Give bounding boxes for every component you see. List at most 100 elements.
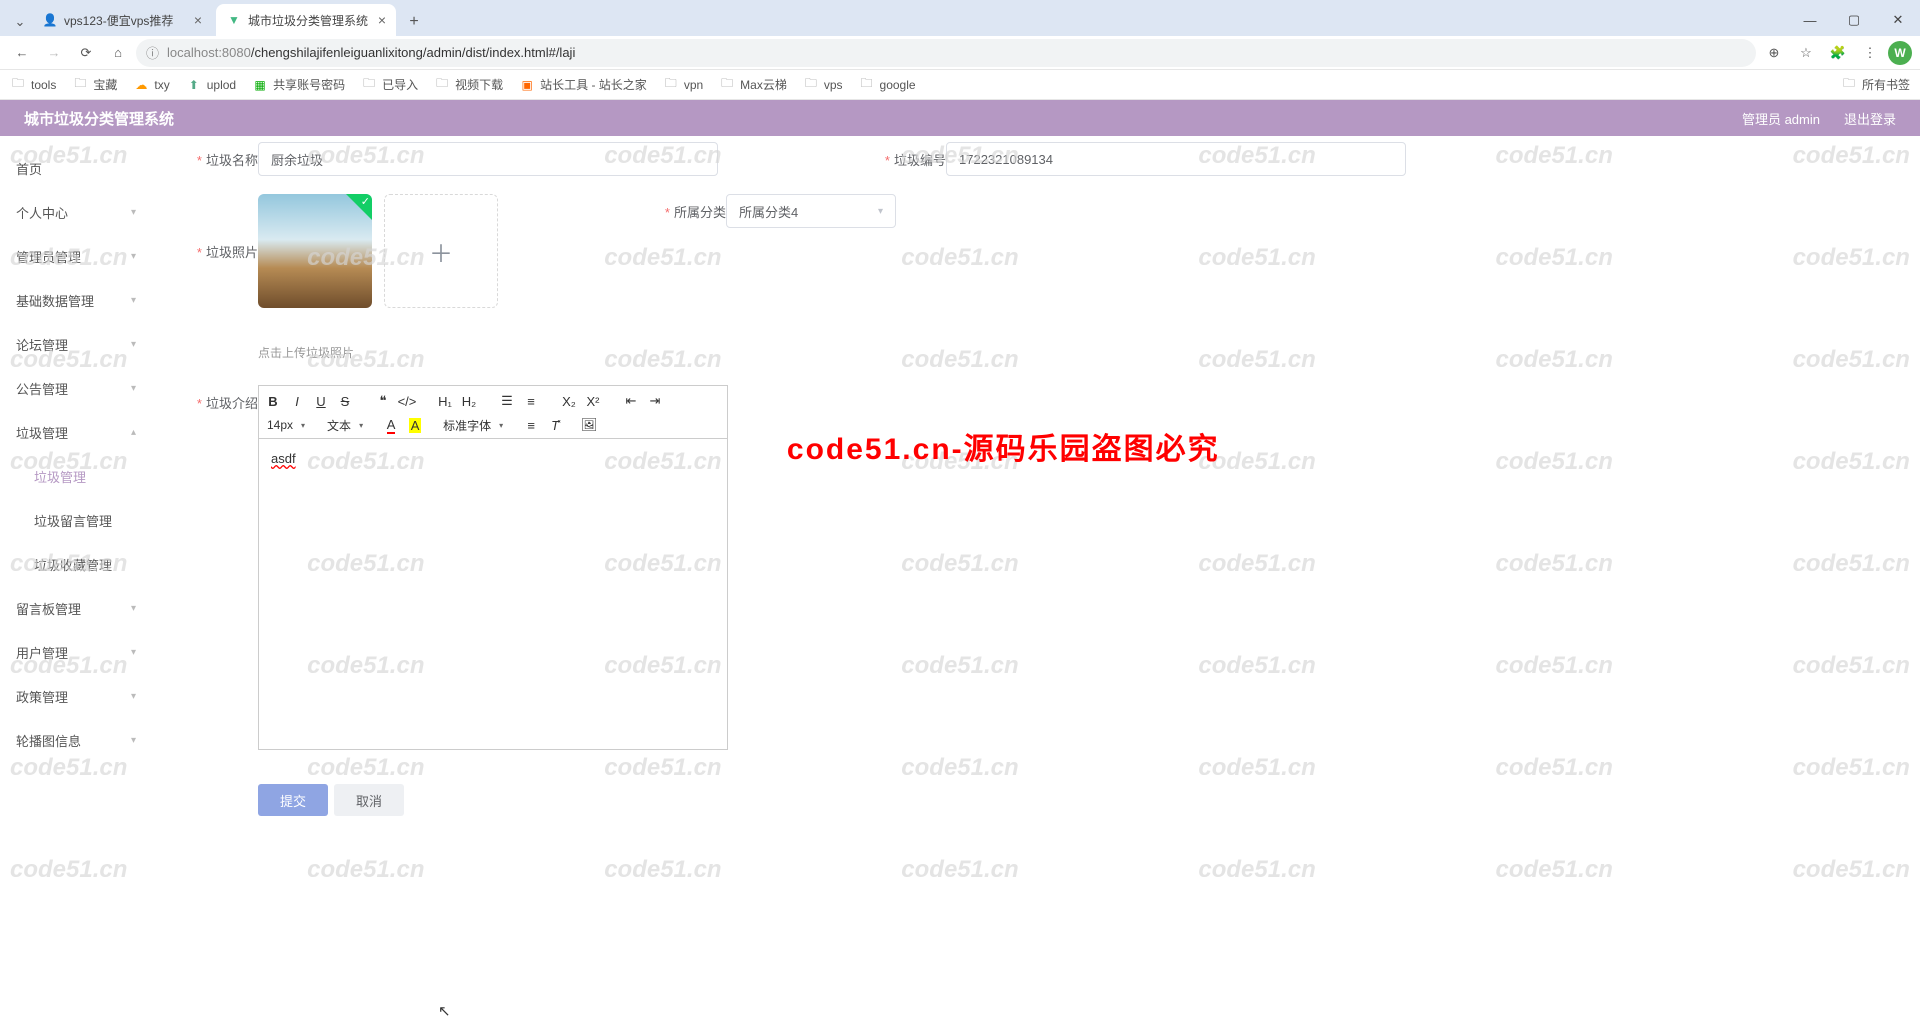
browser-tab-inactive[interactable]: 👤 vps123-便宜vps推荐 × (32, 4, 212, 36)
chevron-down-icon: ▾ (499, 421, 503, 430)
bookmark-folder[interactable]: 🗀tools (10, 77, 56, 93)
sidebar-sub-trash-favorites[interactable]: 垃圾收藏管理 (0, 542, 150, 586)
home-button[interactable]: ⌂ (104, 39, 132, 67)
url-input[interactable]: ⓘ localhost:8080/chengshilajifenleiguanl… (136, 39, 1756, 67)
sidebar-item-admin-mgmt[interactable]: 管理员管理▾ (0, 234, 150, 278)
text-color-button[interactable]: A (380, 414, 402, 436)
sidebar-item-guestbook[interactable]: 留言板管理▾ (0, 586, 150, 630)
underline-button[interactable]: U (310, 390, 332, 412)
superscript-button[interactable]: X² (582, 390, 604, 412)
tab-dropdown-icon[interactable]: ⌄ (8, 8, 32, 36)
forward-button[interactable]: → (40, 39, 68, 67)
new-tab-button[interactable]: + (400, 8, 428, 36)
sidebar-sub-trash-mgmt[interactable]: 垃圾管理 (0, 454, 150, 498)
all-bookmarks[interactable]: 🗀所有书签 (1841, 76, 1910, 93)
bookmark-link[interactable]: ☁txy (133, 77, 169, 93)
font-family-select[interactable]: 标准字体▾ (437, 414, 509, 436)
folder-icon: 🗀 (1841, 77, 1857, 93)
text-type-select[interactable]: 文本▾ (321, 414, 369, 436)
italic-button[interactable]: I (286, 390, 308, 412)
thumb-image (258, 194, 372, 308)
profile-avatar[interactable]: W (1888, 41, 1912, 65)
label-category: 所属分类 (638, 194, 726, 221)
bookmark-folder[interactable]: 🗀google (859, 77, 916, 93)
unordered-list-button[interactable]: ≡ (520, 390, 542, 412)
upload-add-button[interactable]: ＋ (384, 194, 498, 308)
cancel-button[interactable]: 取消 (334, 784, 404, 816)
chevron-down-icon: ▾ (131, 735, 136, 746)
input-trash-name[interactable] (258, 142, 718, 176)
bookmark-folder[interactable]: 🗀vpn (663, 77, 703, 93)
align-button[interactable]: ≡ (520, 414, 542, 436)
highlight-button[interactable]: A (404, 414, 426, 436)
bookmark-star-icon[interactable]: ☆ (1792, 39, 1820, 67)
chevron-down-icon: ▾ (131, 207, 136, 218)
bookmark-folder[interactable]: 🗀宝藏 (72, 76, 117, 93)
person-icon: 👤 (42, 12, 58, 28)
sidebar-sub-trash-comments[interactable]: 垃圾留言管理 (0, 498, 150, 542)
code-button[interactable]: </> (396, 390, 418, 412)
close-icon[interactable]: × (378, 12, 386, 28)
h1-button[interactable]: H₁ (434, 390, 456, 412)
sidebar-item-basic-data[interactable]: 基础数据管理▾ (0, 278, 150, 322)
close-window-button[interactable]: ✕ (1876, 4, 1920, 36)
h2-button[interactable]: H₂ (458, 390, 480, 412)
sidebar-item-personal[interactable]: 个人中心▾ (0, 190, 150, 234)
sidebar-item-carousel[interactable]: 轮播图信息▾ (0, 718, 150, 762)
info-icon: ⓘ (146, 43, 159, 62)
sidebar-item-forum[interactable]: 论坛管理▾ (0, 322, 150, 366)
close-icon[interactable]: × (194, 12, 202, 28)
rich-text-editor: B I U S ❝ </> H₁ H₂ ☰ ≡ (258, 385, 728, 750)
clear-format-button[interactable]: T̽ (544, 414, 566, 436)
browser-tab-active[interactable]: ▼ 城市垃圾分类管理系统 × (216, 4, 396, 36)
folder-icon: 🗀 (859, 77, 875, 93)
bookmark-link[interactable]: ⬆uplod (186, 77, 236, 93)
sidebar-item-notice[interactable]: 公告管理▾ (0, 366, 150, 410)
admin-info[interactable]: 管理员 admin (1742, 109, 1820, 128)
tool-icon: ▣ (519, 77, 535, 93)
sidebar-item-user-mgmt[interactable]: 用户管理▾ (0, 630, 150, 674)
maximize-button[interactable]: ▢ (1832, 4, 1876, 36)
logout-link[interactable]: 退出登录 (1844, 109, 1896, 128)
label-trash-code: 垃圾编号 (858, 142, 946, 169)
strike-button[interactable]: S (334, 390, 356, 412)
folder-icon: 🗀 (72, 77, 88, 93)
quote-button[interactable]: ❝ (372, 390, 394, 412)
bookmarks-bar: 🗀tools 🗀宝藏 ☁txy ⬆uplod ▦共享账号密码 🗀已导入 🗀视频下… (0, 70, 1920, 100)
sidebar: 首页 个人中心▾ 管理员管理▾ 基础数据管理▾ 论坛管理▾ 公告管理▾ 垃圾管理… (0, 136, 150, 1036)
editor-body[interactable]: asdf (259, 439, 727, 749)
bold-button[interactable]: B (262, 390, 284, 412)
menu-icon[interactable]: ⋮ (1856, 39, 1884, 67)
image-button[interactable]: 🖼 (578, 414, 600, 436)
submit-button[interactable]: 提交 (258, 784, 328, 816)
sidebar-item-policy[interactable]: 政策管理▾ (0, 674, 150, 718)
bookmark-folder[interactable]: 🗀视频下载 (434, 76, 503, 93)
outdent-button[interactable]: ⇤ (620, 390, 642, 412)
folder-icon: 🗀 (434, 77, 450, 93)
subscript-button[interactable]: X₂ (558, 390, 580, 412)
ordered-list-button[interactable]: ☰ (496, 390, 518, 412)
bookmark-folder[interactable]: 🗀Max云梯 (719, 76, 787, 93)
bookmark-folder[interactable]: 🗀vps (803, 77, 843, 93)
sidebar-item-home[interactable]: 首页 (0, 146, 150, 190)
chevron-down-icon: ▾ (131, 691, 136, 702)
back-button[interactable]: ← (8, 39, 36, 67)
app-header: 城市垃圾分类管理系统 管理员 admin 退出登录 (0, 100, 1920, 136)
install-icon[interactable]: ⊕ (1760, 39, 1788, 67)
font-size-select[interactable]: 14px▾ (261, 414, 311, 436)
reload-button[interactable]: ⟳ (72, 39, 100, 67)
extensions-icon[interactable]: 🧩 (1824, 39, 1852, 67)
bookmark-link[interactable]: ▦共享账号密码 (252, 76, 345, 93)
bookmark-link[interactable]: ▣站长工具 - 站长之家 (519, 76, 647, 93)
cloud-icon: ☁ (133, 77, 149, 93)
minimize-button[interactable]: ― (1788, 4, 1832, 36)
sidebar-item-trash-mgmt[interactable]: 垃圾管理▴ (0, 410, 150, 454)
chevron-up-icon: ▴ (131, 427, 136, 438)
select-category[interactable]: 所属分类4 ▾ (726, 194, 896, 228)
uploaded-image-thumb[interactable] (258, 194, 372, 308)
input-trash-code[interactable] (946, 142, 1406, 176)
indent-button[interactable]: ⇥ (644, 390, 666, 412)
bookmark-folder[interactable]: 🗀已导入 (361, 76, 418, 93)
url-host: localhost:8080 (167, 45, 251, 60)
chevron-down-icon: ▾ (131, 603, 136, 614)
